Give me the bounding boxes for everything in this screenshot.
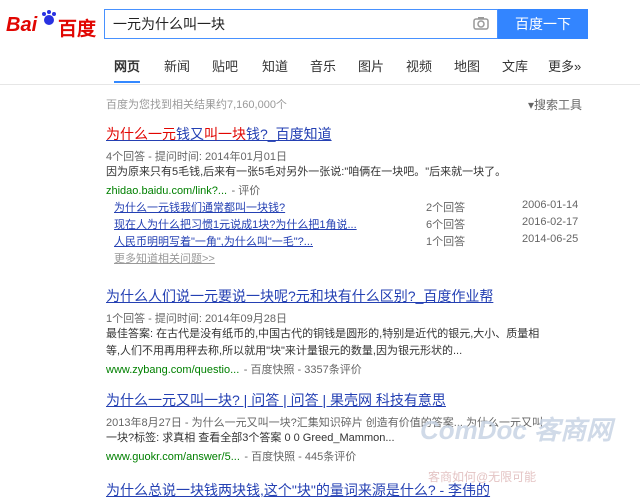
result-1-abstract: 因为原来只有5毛钱,后来有一张5毛对另外一张说:"咱俩在一块吧。"后来就一块了。 bbox=[106, 166, 507, 178]
logo-text-bai: Bai bbox=[6, 14, 38, 36]
result-1-rating[interactable]: - 评价 bbox=[232, 185, 261, 197]
baidu-logo[interactable]: Bai 百度 bbox=[6, 8, 98, 42]
search-input[interactable] bbox=[105, 10, 481, 38]
result-2: 为什么人们说一元要说一块呢?元和块有什么区别?_百度作业帮 1个回答 - 提问时… bbox=[106, 286, 586, 378]
result-3-snapshot[interactable]: - 百度快照 - 445条评价 bbox=[244, 451, 356, 463]
result-2-meta: 1个回答 - 提问时间: 2014年09月28日 bbox=[106, 313, 287, 325]
tab-images[interactable]: 图片 bbox=[358, 56, 384, 75]
result-count: 百度为您找到相关结果约7,160,000个 bbox=[106, 99, 287, 111]
logo-text-baidu: 百度 bbox=[58, 19, 97, 40]
tab-web[interactable]: 网页 bbox=[114, 56, 141, 83]
camera-icon[interactable] bbox=[473, 16, 489, 30]
result-2-snapshot[interactable]: - 百度快照 - 3357条评价 bbox=[244, 364, 362, 376]
tab-wenku[interactable]: 文库 bbox=[502, 56, 528, 75]
tab-map[interactable]: 地图 bbox=[454, 56, 480, 75]
search-box bbox=[104, 9, 498, 39]
header: Bai 百度 百度一下 网页 新闻 贴吧 知道 音乐 图片 视频 地图 文库 更… bbox=[0, 0, 640, 85]
paw-icon bbox=[42, 10, 56, 25]
watermark-sub: 客商如何@无限可能 bbox=[428, 470, 537, 484]
result-3-url[interactable]: www.guokr.com/answer/5... bbox=[106, 451, 240, 463]
result-2-abstract: 最佳答案: 在古代是没有纸币的,中国古代的铜钱是圆形的,特别是近代的银元,大小、… bbox=[106, 328, 540, 340]
sub-result-3: 人民币明明写着"一角",为什么叫"一毛"?... 1个回答 2014-06-25 bbox=[114, 233, 579, 248]
tab-music[interactable]: 音乐 bbox=[310, 56, 336, 75]
tab-news[interactable]: 新闻 bbox=[164, 56, 190, 75]
tab-tieba[interactable]: 贴吧 bbox=[212, 56, 238, 75]
result-1-title[interactable]: 为什么一元钱又叫一块钱?_百度知道 bbox=[106, 124, 586, 144]
result-1-meta: 4个回答 - 提问时间: 2014年01月01日 bbox=[106, 151, 287, 163]
more-zhidao-link[interactable]: 更多知道相关问题>> bbox=[114, 250, 586, 266]
search-button[interactable]: 百度一下 bbox=[498, 9, 588, 39]
watermark: ComDoc 客商网 bbox=[420, 415, 613, 445]
tab-zhidao[interactable]: 知道 bbox=[262, 56, 288, 75]
result-1-url[interactable]: zhidao.baidu.com/link?... bbox=[106, 185, 227, 197]
tab-video[interactable]: 视频 bbox=[406, 56, 432, 75]
result-2-title[interactable]: 为什么人们说一元要说一块呢?元和块有什么区别?_百度作业帮 bbox=[106, 286, 586, 306]
sub-result-1: 为什么一元钱我们通常都叫一块钱? 2个回答 2006-01-14 bbox=[114, 199, 579, 214]
sub-result-2: 现在人为什么把习惯1元说成1块?为什么把1角说... 6个回答 2016-02-17 bbox=[114, 216, 579, 231]
tab-more[interactable]: 更多» bbox=[548, 56, 581, 75]
result-2-url[interactable]: www.zybang.com/questio... bbox=[106, 364, 239, 376]
search-tools-button[interactable]: ▾搜索工具 bbox=[528, 96, 582, 113]
result-3-title[interactable]: 为什么一元又叫一块? | 问答 | 问答 | 果壳网 科技有意思 bbox=[106, 390, 586, 410]
result-1: 为什么一元钱又叫一块钱?_百度知道 4个回答 - 提问时间: 2014年01月0… bbox=[106, 124, 586, 266]
